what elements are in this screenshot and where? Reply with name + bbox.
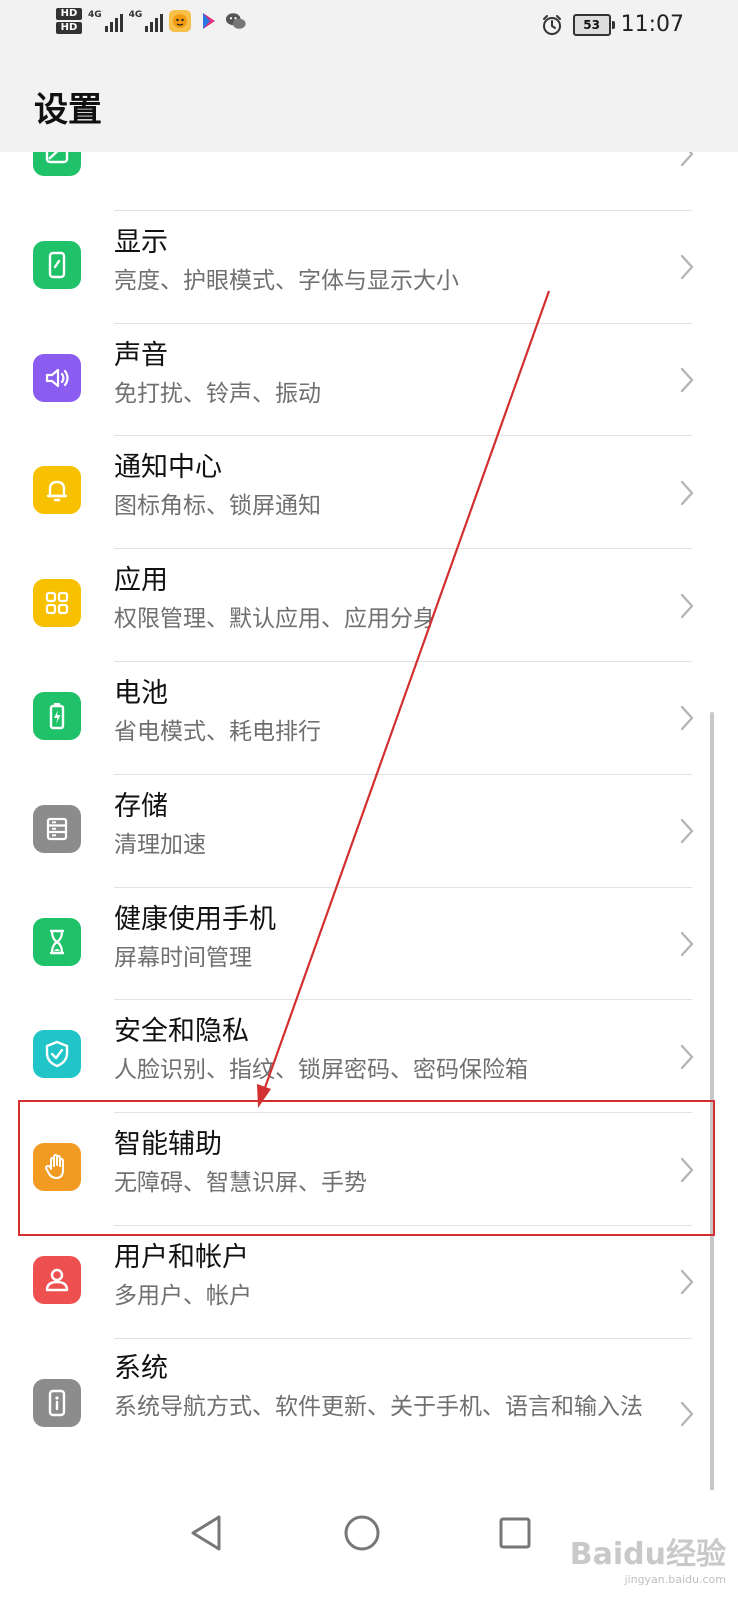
home-circle-icon [344, 1515, 380, 1551]
settings-item-subtitle: 免打扰、铃声、振动 [114, 380, 321, 407]
settings-item[interactable]: 健康使用手机屏幕时间管理 [0, 888, 738, 1001]
chevron-right-icon [680, 367, 694, 393]
chevron-right-icon [680, 706, 694, 731]
chevron-right-icon [680, 593, 694, 618]
home-button[interactable] [337, 1508, 387, 1558]
settings-item[interactable]: 安全和隐私人脸识别、指纹、锁屏密码、密码保险箱 [0, 1000, 738, 1114]
settings-item-subtitle: 省电模式、耗电排行 [114, 718, 321, 745]
signal-1-icon: 4G [88, 10, 123, 32]
settings-item-text: 声音免打扰、铃声、振动 [114, 338, 668, 412]
highlight-box [18, 1100, 715, 1236]
settings-item-title: 声音 [114, 339, 168, 371]
bell-icon [33, 466, 81, 515]
display-icon [33, 240, 81, 289]
battery-level: 53 [583, 17, 600, 32]
settings-item-text: 电池省电模式、耗电排行 [114, 676, 668, 750]
chevron-right-icon [680, 1044, 694, 1069]
settings-item-text: 显示亮度、护眼模式、字体与显示大小 [114, 225, 668, 299]
chevron-right-icon [680, 931, 694, 957]
watermark-sub: jingyan.baidu.com [624, 1573, 726, 1586]
settings-item-text: 应用权限管理、默认应用、应用分身 [114, 563, 668, 637]
settings-item-text: 用户和帐户多用户、帐户 [114, 1240, 668, 1314]
settings-item-subtitle: 图标角标、锁屏通知 [114, 493, 321, 520]
signal-1-label: 4G [88, 10, 102, 20]
settings-item-title: 安全和隐私 [114, 1016, 249, 1048]
shield-icon [33, 1030, 81, 1079]
hd-badge-2: HD [56, 22, 82, 34]
back-button[interactable] [182, 1508, 232, 1558]
settings-item-text: 存储 清理加速 [114, 789, 668, 863]
recents-button[interactable] [490, 1508, 540, 1558]
app-bar: 设置 [0, 56, 738, 152]
hd-badges: HD HD [56, 8, 82, 34]
back-triangle-icon [191, 1515, 221, 1551]
status-left: HD HD 4G 4G [56, 8, 247, 34]
watermark-text: Baidu经验 [569, 1537, 726, 1572]
settings-item[interactable]: 用户和帐户多用户、帐户 [0, 1226, 738, 1339]
battery-icon [33, 691, 81, 740]
status-bar: HD HD 4G 4G 53 11:07 [0, 0, 738, 56]
settings-item[interactable]: 通知中心图标角标、锁屏通知 [0, 436, 738, 550]
chevron-right-icon [680, 1401, 694, 1426]
chevron-right-icon [680, 1270, 694, 1295]
settings-item-title: 用户和帐户 [114, 1241, 249, 1273]
settings-item-text: 通知中心图标角标、锁屏通知 [114, 450, 668, 524]
chevron-right-icon [680, 254, 694, 280]
settings-item-subtitle: 权限管理、默认应用、应用分身 [114, 606, 436, 633]
navigation-bar: Baidu经验 jingyan.baidu.com [0, 1490, 738, 1600]
apps-grid-icon [33, 579, 81, 628]
settings-item-title: 通知中心 [114, 452, 222, 484]
settings-list[interactable]: 杂志锁屏、主题、灭屏显示显示亮度、护眼模式、字体与显示大小声音免打扰、铃声、振动… [0, 98, 738, 1489]
settings-item-text: 系统系统导航方式、软件更新、关于手机、语言和输入法 [114, 1351, 668, 1425]
settings-item-subtitle: 人脸识别、指纹、锁屏密码、密码保险箱 [114, 1057, 528, 1084]
recents-square-icon [499, 1517, 531, 1549]
settings-item-title: 系统 [114, 1352, 168, 1384]
settings-item-subtitle: 清理加速 [114, 831, 206, 858]
signal-2-icon: 4G [129, 10, 164, 32]
chevron-right-icon [680, 818, 694, 844]
settings-item-subtitle: 屏幕时间管理 [114, 944, 252, 971]
video-app-icon [197, 10, 219, 32]
baidu-watermark: Baidu经验 jingyan.baidu.com [570, 1529, 726, 1586]
status-right: 53 11:07 [541, 12, 684, 37]
settings-item-subtitle: 亮度、护眼模式、字体与显示大小 [114, 267, 459, 294]
page-title: 设置 [34, 90, 102, 130]
settings-item-subtitle: 系统导航方式、软件更新、关于手机、语言和输入法 [114, 1393, 643, 1420]
settings-item-text: 健康使用手机屏幕时间管理 [114, 902, 668, 976]
hourglass-icon [33, 917, 81, 966]
sound-icon [33, 353, 81, 402]
settings-item-title: 存储 [114, 790, 168, 822]
tiger-app-icon [169, 10, 192, 32]
hd-badge-1: HD [56, 8, 82, 20]
alarm-icon [542, 14, 561, 35]
settings-item-text: 安全和隐私人脸识别、指纹、锁屏密码、密码保险箱 [114, 1014, 668, 1088]
settings-item-title: 电池 [114, 677, 168, 709]
settings-item[interactable]: 应用权限管理、默认应用、应用分身 [0, 549, 738, 662]
settings-item[interactable]: 电池省电模式、耗电排行 [0, 662, 738, 775]
system-info-icon [33, 1378, 81, 1427]
signal-2-label: 4G [128, 10, 143, 20]
storage-icon [33, 804, 81, 853]
settings-item-subtitle: 多用户、帐户 [114, 1282, 252, 1309]
settings-item-title: 健康使用手机 [114, 903, 276, 935]
settings-item[interactable]: 系统系统导航方式、软件更新、关于手机、语言和输入法 [0, 1339, 738, 1489]
clock: 11:07 [620, 12, 684, 37]
battery-indicator: 53 [572, 13, 615, 36]
settings-item-title: 显示 [114, 226, 168, 258]
settings-item-title: 应用 [114, 565, 168, 597]
settings-item[interactable]: 存储 清理加速 [0, 775, 738, 888]
settings-item[interactable]: 显示亮度、护眼模式、字体与显示大小 [0, 211, 738, 324]
wechat-icon [225, 10, 247, 32]
chevron-right-icon [680, 480, 694, 505]
user-icon [33, 1255, 81, 1304]
settings-item[interactable]: 声音免打扰、铃声、振动 [0, 324, 738, 437]
